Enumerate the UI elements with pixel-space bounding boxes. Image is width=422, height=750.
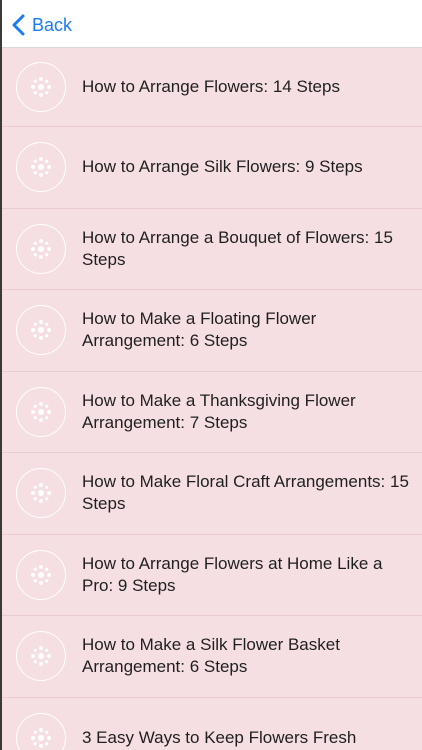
item-title: How to Arrange Flowers: 14 Steps (82, 77, 340, 96)
item-title: How to Arrange Flowers at Home Like a Pr… (82, 553, 383, 595)
flower-icon (16, 142, 66, 193)
item-title: How to Make Floral Craft Arrangements: 1… (82, 472, 409, 514)
flower-icon (16, 62, 66, 112)
screen-edge (0, 0, 2, 750)
flower-icon (16, 386, 66, 437)
list-item[interactable]: How to Make a Floating Flower Arrangemen… (2, 290, 422, 372)
list-item[interactable]: How to Arrange Flowers at Home Like a Pr… (2, 535, 422, 616)
back-label: Back (32, 14, 73, 35)
item-title: How to Make a Silk Flower Basket Arrange… (82, 635, 340, 677)
item-title: How to Make a Floating Flower Arrangemen… (82, 309, 317, 351)
flower-icon (16, 549, 66, 600)
navigation-bar: Back (2, 0, 422, 48)
article-list[interactable]: How to Arrange Flowers: 14 Steps How to … (2, 48, 422, 750)
item-title: How to Arrange Silk Flowers: 9 Steps (82, 157, 363, 177)
list-item[interactable]: How to Make a Thanksgiving Flower Arrang… (2, 372, 422, 453)
item-title: How to Make a Thanksgiving Flower Arrang… (82, 390, 356, 432)
list-item[interactable]: How to Arrange a Bouquet of Flowers: 15 … (2, 209, 422, 290)
list-item[interactable]: How to Make a Silk Flower Basket Arrange… (2, 616, 422, 698)
flower-icon (16, 468, 66, 519)
flower-icon (16, 631, 66, 682)
list-item[interactable]: How to Make Floral Craft Arrangements: 1… (2, 453, 422, 535)
back-button[interactable]: Back (10, 11, 72, 39)
flower-icon (16, 712, 66, 750)
chevron-left-icon (12, 14, 25, 36)
list-item[interactable]: How to Arrange Flowers: 14 Steps (2, 48, 422, 127)
flower-icon (16, 305, 66, 356)
flower-icon (16, 223, 66, 274)
list-item[interactable]: How to Arrange Silk Flowers: 9 Steps (2, 127, 422, 209)
item-title: How to Arrange a Bouquet of Flowers: 15 … (82, 227, 393, 269)
list-item[interactable]: 3 Easy Ways to Keep Flowers Fresh (2, 698, 422, 750)
item-title: 3 Easy Ways to Keep Flowers Fresh (82, 727, 357, 747)
